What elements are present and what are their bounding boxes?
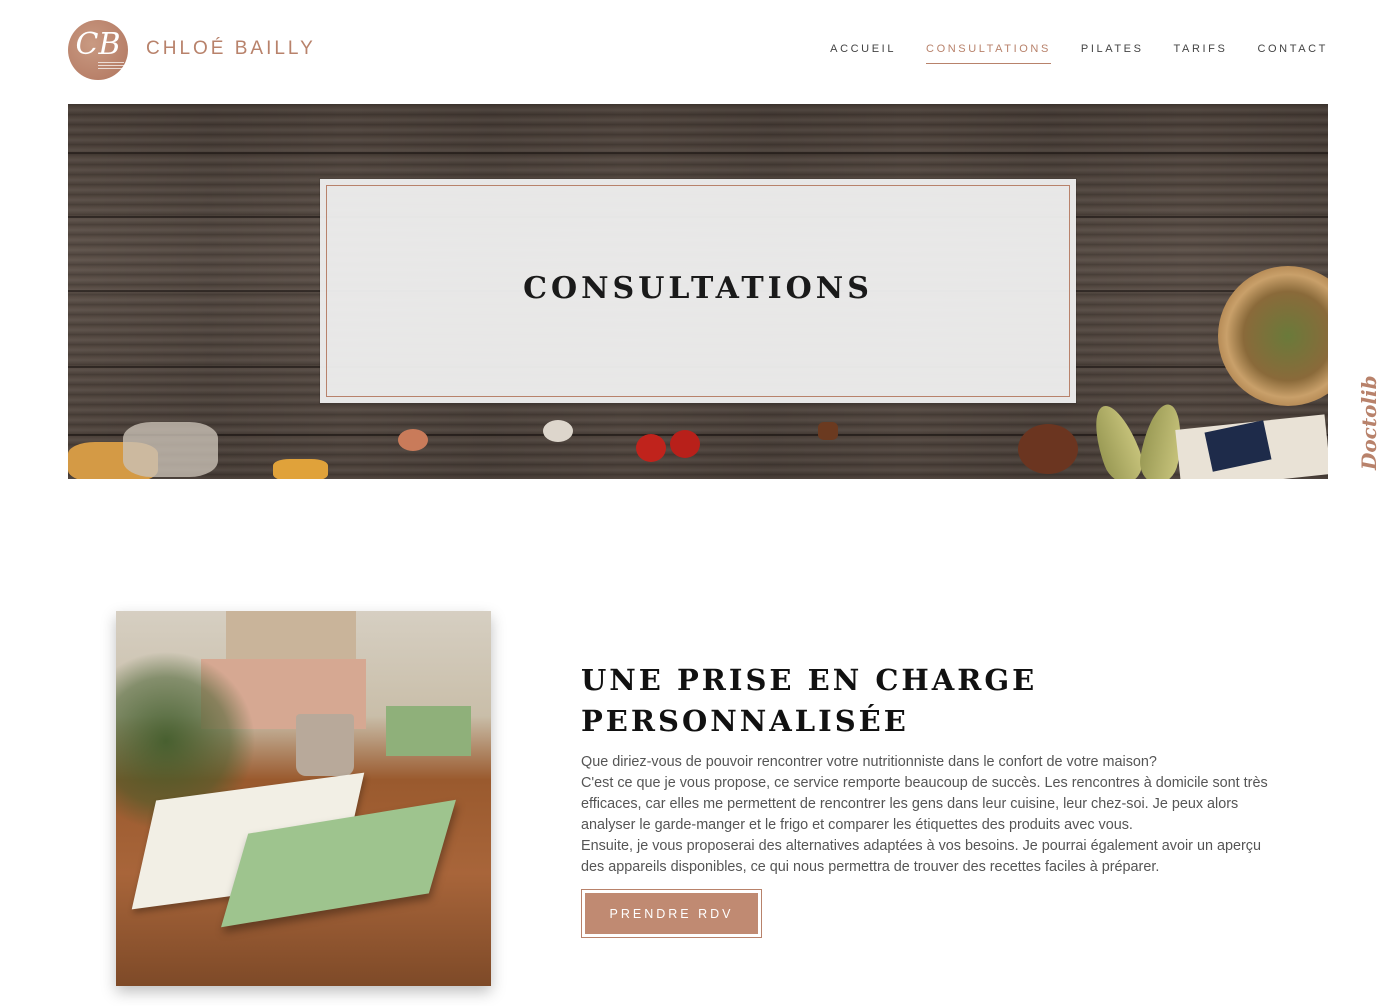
section-title-line2: PERSONNALISÉE xyxy=(581,704,909,738)
doctolib-label: Doctolib xyxy=(1357,375,1381,470)
logo-tagline-lines xyxy=(98,62,124,72)
section-paragraph: C'est ce que je vous propose, ce service… xyxy=(581,775,1268,833)
notebook-desk-photo xyxy=(116,611,491,986)
bay-leaf-decoration xyxy=(1085,399,1149,479)
wood-plank-line xyxy=(68,152,1328,154)
star-anise-decoration xyxy=(1018,424,1078,474)
photo-mug xyxy=(296,714,354,776)
hero-title-panel: CONSULTATIONS xyxy=(320,179,1076,403)
wood-plank-line xyxy=(68,434,1328,436)
doctolib-tab[interactable]: Doctolib xyxy=(1351,375,1385,470)
nav-item-contact[interactable]: CONTACT xyxy=(1257,43,1328,64)
site-header: CB CHLOÉ BAILLY ACCUEIL CONSULTATIONS PI… xyxy=(0,0,1385,100)
prendre-rdv-button[interactable]: PRENDRE RDV xyxy=(585,893,758,934)
bag-decoration xyxy=(123,422,218,477)
hero-banner: CONSULTATIONS xyxy=(68,104,1328,479)
tomato-decoration xyxy=(670,430,700,458)
photo-box xyxy=(226,611,356,661)
logo-initials: CB xyxy=(75,27,121,62)
section-paragraph: Que diriez-vous de pouvoir rencontrer vo… xyxy=(581,754,1157,770)
garlic-clove-decoration xyxy=(543,420,573,442)
brand-name[interactable]: CHLOÉ BAILLY xyxy=(146,38,316,60)
section-title-line1: UNE PRISE EN CHARGE xyxy=(581,663,1038,697)
page-title: CONSULTATIONS xyxy=(523,271,873,306)
section-paragraph: Ensuite, je vous proposerai des alternat… xyxy=(581,838,1261,875)
main-nav: ACCUEIL CONSULTATIONS PILATES TARIFS CON… xyxy=(830,43,1328,64)
logo[interactable]: CB xyxy=(68,20,128,80)
section-title: UNE PRISE EN CHARGE PERSONNALISÉE xyxy=(581,660,1181,742)
salad-bowl-decoration xyxy=(1218,266,1328,406)
nav-item-tarifs[interactable]: TARIFS xyxy=(1174,43,1228,64)
mushroom-decoration xyxy=(273,459,328,479)
photo-green-box xyxy=(386,706,471,756)
section-body: Que diriez-vous de pouvoir rencontrer vo… xyxy=(581,752,1281,878)
spice-decoration xyxy=(818,422,838,440)
nav-item-consultations[interactable]: CONSULTATIONS xyxy=(926,43,1051,64)
garlic-decoration xyxy=(398,429,428,451)
tomato-decoration xyxy=(636,434,666,462)
nav-item-pilates[interactable]: PILATES xyxy=(1081,43,1144,64)
cta-frame: PRENDRE RDV xyxy=(581,889,762,938)
nav-item-accueil[interactable]: ACCUEIL xyxy=(830,43,896,64)
